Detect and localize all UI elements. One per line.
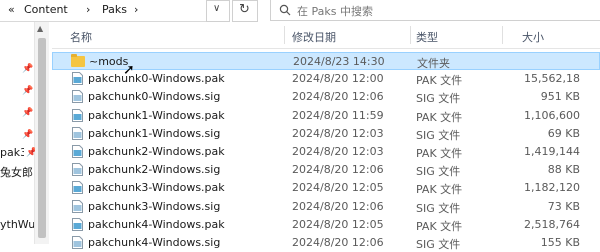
file-icon xyxy=(72,90,83,104)
search-input[interactable]: 在 Paks 中搜索 xyxy=(270,0,600,21)
file-icon xyxy=(72,217,83,231)
file-row[interactable]: pakchunk3-Windows.pak 2024/8/20 12:05 PAK … xyxy=(52,179,600,197)
folder-icon xyxy=(71,54,85,67)
file-icon xyxy=(72,236,83,249)
file-type: PAK 文件 xyxy=(416,110,463,124)
file-size: 951 KB xyxy=(540,90,580,104)
nav-item[interactable]: pak3 xyxy=(0,146,24,159)
file-date-modified: 2024/8/20 11:59 xyxy=(292,108,384,122)
file-size: 69 KB xyxy=(547,126,580,140)
file-size: 15,562,18 xyxy=(524,72,580,86)
file-icon xyxy=(72,181,83,195)
file-icon xyxy=(72,72,83,86)
file-type: PAK 文件 xyxy=(416,183,463,197)
file-date-modified: 2024/8/20 12:06 xyxy=(292,163,384,177)
file-size: 73 KB xyxy=(547,199,580,213)
search-placeholder: 在 Paks 中搜索 xyxy=(297,5,373,18)
file-size: 1,182,120 xyxy=(524,181,580,195)
file-row[interactable]: pakchunk0-Windows.sig 2024/8/20 12:06 SIG … xyxy=(52,88,600,106)
column-date-modified[interactable]: 修改日期 xyxy=(292,29,336,45)
scroll-up-icon[interactable]: ▲ xyxy=(37,24,43,33)
file-name: pakchunk4-Windows.pak xyxy=(88,217,225,231)
chevron-left-icon[interactable]: « xyxy=(8,3,15,16)
file-name: pakchunk4-Windows.sig xyxy=(88,236,221,249)
search-icon xyxy=(279,4,291,16)
pin-icon[interactable]: 📌 xyxy=(22,108,33,118)
file-type: SIG 文件 xyxy=(416,238,461,251)
pin-icon[interactable]: 📌 xyxy=(22,64,33,74)
file-icon xyxy=(72,199,83,213)
file-name: pakchunk2-Windows.pak xyxy=(88,145,225,158)
file-date-modified: 2024/8/20 12:06 xyxy=(292,199,384,213)
breadcrumb-paks[interactable]: Paks xyxy=(102,3,127,16)
file-date-modified: 2024/8/20 12:05 xyxy=(292,181,384,195)
file-date-modified: 2024/8/20 12:06 xyxy=(292,236,384,249)
file-name: pakchunk1-Windows.pak xyxy=(88,108,225,122)
file-type: SIG 文件 xyxy=(416,201,461,215)
file-name: ~mods xyxy=(89,55,129,68)
column-name[interactable]: 名称 xyxy=(70,29,92,45)
file-row[interactable]: pakchunk1-Windows.pak 2024/8/20 11:59 PAK … xyxy=(52,107,600,125)
file-size: 1,419,144 xyxy=(524,145,580,158)
scrollbar-thumb[interactable] xyxy=(38,38,46,238)
file-icon xyxy=(72,108,83,122)
file-size: 1,106,600 xyxy=(524,108,580,122)
file-date-modified: 2024/8/20 12:06 xyxy=(292,90,384,104)
file-type: SIG 文件 xyxy=(416,92,461,106)
file-icon xyxy=(72,163,83,177)
file-name: pakchunk3-Windows.pak xyxy=(88,181,225,195)
chevron-down-icon: ∨ xyxy=(213,3,221,14)
file-size: 155 KB xyxy=(540,236,580,249)
refresh-icon: ↻ xyxy=(239,2,250,17)
file-type: PAK 文件 xyxy=(416,74,463,88)
file-icon xyxy=(72,126,83,140)
file-row[interactable]: pakchunk3-Windows.sig 2024/8/20 12:06 SIG … xyxy=(52,198,600,216)
file-row[interactable]: pakchunk2-Windows.pak 2024/8/20 12:03 PAK … xyxy=(52,143,600,161)
file-date-modified: 2024/8/23 14:30 xyxy=(293,55,385,68)
breadcrumb-content[interactable]: Content xyxy=(24,3,68,16)
file-date-modified: 2024/8/20 12:05 xyxy=(292,217,384,231)
file-icon xyxy=(72,145,83,158)
file-type: SIG 文件 xyxy=(416,165,461,179)
file-row[interactable]: pakchunk4-Windows.pak 2024/8/20 12:05 PAK … xyxy=(52,216,600,234)
file-type: PAK 文件 xyxy=(416,147,463,160)
pin-icon[interactable]: 📌 xyxy=(22,86,33,96)
breadcrumb-separator-icon[interactable]: › xyxy=(134,3,138,16)
file-type: PAK 文件 xyxy=(416,219,463,233)
file-date-modified: 2024/8/20 12:03 xyxy=(292,145,384,158)
address-dropdown-button[interactable]: ∨ xyxy=(206,0,230,22)
file-row[interactable]: pakchunk2-Windows.sig 2024/8/20 12:06 SIG … xyxy=(52,161,600,179)
column-size[interactable]: 大小 xyxy=(522,29,544,45)
file-size: 88 KB xyxy=(547,163,580,177)
address-bar[interactable]: « Content › Paks › xyxy=(0,0,230,22)
file-date-modified: 2024/8/20 12:00 xyxy=(292,72,384,86)
column-type[interactable]: 类型 xyxy=(416,29,438,45)
nav-item[interactable]: 兔女郎 xyxy=(0,164,34,180)
file-type: SIG 文件 xyxy=(416,128,461,142)
column-header: 名称 修改日期 类型 大小 xyxy=(52,22,600,49)
file-type: 文件夹 xyxy=(417,57,450,70)
pin-icon[interactable]: 📌 xyxy=(22,130,33,140)
file-name: pakchunk0-Windows.pak xyxy=(88,72,225,86)
file-name: pakchunk1-Windows.sig xyxy=(88,126,221,140)
file-row[interactable]: pakchunk1-Windows.sig 2024/8/20 12:03 SIG … xyxy=(52,125,600,143)
file-name: pakchunk0-Windows.sig xyxy=(88,90,221,104)
navigation-pane: 📌 📌 📌 📌 pak3 📌 兔女郎 ythWuk xyxy=(0,22,37,244)
file-name: pakchunk2-Windows.sig xyxy=(88,163,221,177)
file-date-modified: 2024/8/20 12:03 xyxy=(292,126,384,140)
refresh-button[interactable]: ↻ xyxy=(232,0,258,22)
mouse-cursor-icon: ➚ xyxy=(123,62,135,78)
nav-item[interactable]: ythWuk xyxy=(0,218,34,231)
breadcrumb-separator-icon[interactable]: › xyxy=(86,3,90,16)
file-row[interactable]: pakchunk4-Windows.sig 2024/8/20 12:06 SIG … xyxy=(52,234,600,252)
file-name: pakchunk3-Windows.sig xyxy=(88,199,221,213)
file-size: 2,518,764 xyxy=(524,217,580,231)
